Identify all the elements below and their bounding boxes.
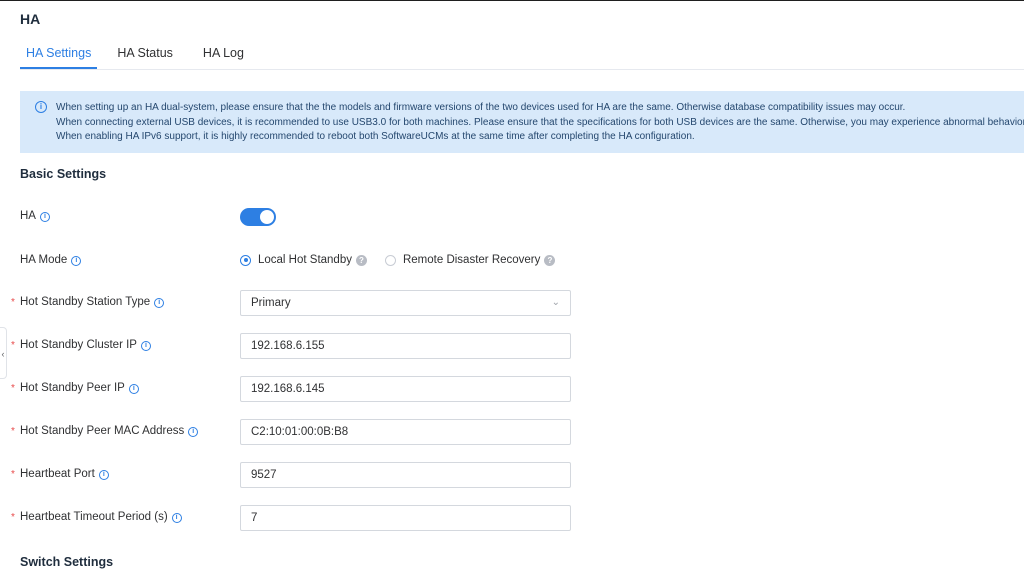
sidebar-collapse-handle[interactable]: ‹ [0,327,7,379]
help-icon[interactable]: ? [355,254,367,266]
radio-label: Local Hot Standby [258,254,352,266]
heartbeat-timeout-label: Heartbeat Timeout Period (s) [20,511,168,523]
radio-local-hot-standby[interactable]: Local Hot Standby ? [240,254,367,266]
cluster-ip-row: * Hot Standby Cluster IP i 192.168.6.155 [0,333,1024,359]
required-marker: * [11,383,15,394]
peer-mac-row: * Hot Standby Peer MAC Address i C2:10:01… [0,419,1024,445]
chevron-down-icon: ⌄ [551,297,560,308]
notice-line: When connecting external USB devices, it… [56,116,1024,128]
ha-mode-radio-group: Local Hot Standby ? Remote Disaster Reco… [240,254,573,266]
required-marker: * [11,426,15,437]
info-icon[interactable]: i [98,470,109,480]
peer-ip-label: Hot Standby Peer IP [20,382,125,394]
info-icon[interactable]: i [188,427,199,437]
required-marker: * [11,469,15,480]
peer-mac-label: Hot Standby Peer MAC Address [20,425,185,437]
page-title: HA [20,11,41,27]
basic-settings-title: Basic Settings [20,167,107,181]
peer-mac-input[interactable]: C2:10:01:00:0B:B8 [240,419,571,445]
peer-ip-row: * Hot Standby Peer IP i 192.168.6.145 [0,376,1024,402]
info-icon[interactable]: i [140,341,151,351]
radio-dot [384,254,396,266]
station-type-value: Primary [251,297,291,309]
notice-line: When setting up an HA dual-system, pleas… [56,102,906,113]
cluster-ip-label: Hot Standby Cluster IP [20,339,137,351]
heartbeat-timeout-input[interactable]: 7 [240,505,571,531]
peer-ip-input[interactable]: 192.168.6.145 [240,376,571,402]
info-icon[interactable]: i [128,384,139,394]
cluster-ip-input[interactable]: 192.168.6.155 [240,333,571,359]
heartbeat-port-row: * Heartbeat Port i 9527 [0,462,1024,488]
ha-page: HA HA Settings HA Status HA Log i When s… [0,0,1024,588]
ha-mode-label: HA Mode [20,254,68,266]
toggle-knob [260,210,274,224]
help-icon[interactable]: ? [544,254,556,266]
station-type-select[interactable]: Primary ⌄ [240,290,571,316]
radio-remote-disaster-recovery[interactable]: Remote Disaster Recovery ? [384,254,556,266]
ha-label: HA [20,210,36,222]
info-icon[interactable]: i [171,513,182,523]
heartbeat-timeout-row: * Heartbeat Timeout Period (s) i 7 [0,505,1024,531]
tab-bar: HA Settings HA Status HA Log [20,43,274,71]
heartbeat-port-input[interactable]: 9527 [240,462,571,488]
required-marker: * [11,297,15,308]
heartbeat-port-label: Heartbeat Port [20,468,95,480]
info-icon[interactable]: i [39,212,50,222]
info-icon: i [35,101,47,113]
radio-label: Remote Disaster Recovery [402,254,541,266]
info-icon[interactable]: i [71,256,82,266]
ha-toggle[interactable] [240,208,276,226]
station-type-row: * Hot Standby Station Type i Primary ⌄ [0,290,1024,316]
ha-row: HA i [0,204,1024,230]
tab-ha-status[interactable]: HA Status [117,43,173,69]
ha-mode-row: HA Mode i Local Hot Standby ? Remote Disa… [0,248,1024,274]
tab-ha-log[interactable]: HA Log [203,43,244,69]
station-type-label: Hot Standby Station Type [20,296,151,308]
chevron-left-icon: ‹ [1,349,5,359]
notice-line: When enabling HA IPv6 support, it is hig… [56,131,695,142]
switch-settings-title: Switch Settings [20,555,114,569]
tab-ha-settings[interactable]: HA Settings [20,43,98,69]
tabs-divider [20,69,1024,70]
required-marker: * [11,340,15,351]
radio-dot [240,254,251,266]
required-marker: * [11,512,15,523]
info-icon[interactable]: i [154,298,165,308]
info-notice: i When setting up an HA dual-system, ple… [20,91,1024,153]
